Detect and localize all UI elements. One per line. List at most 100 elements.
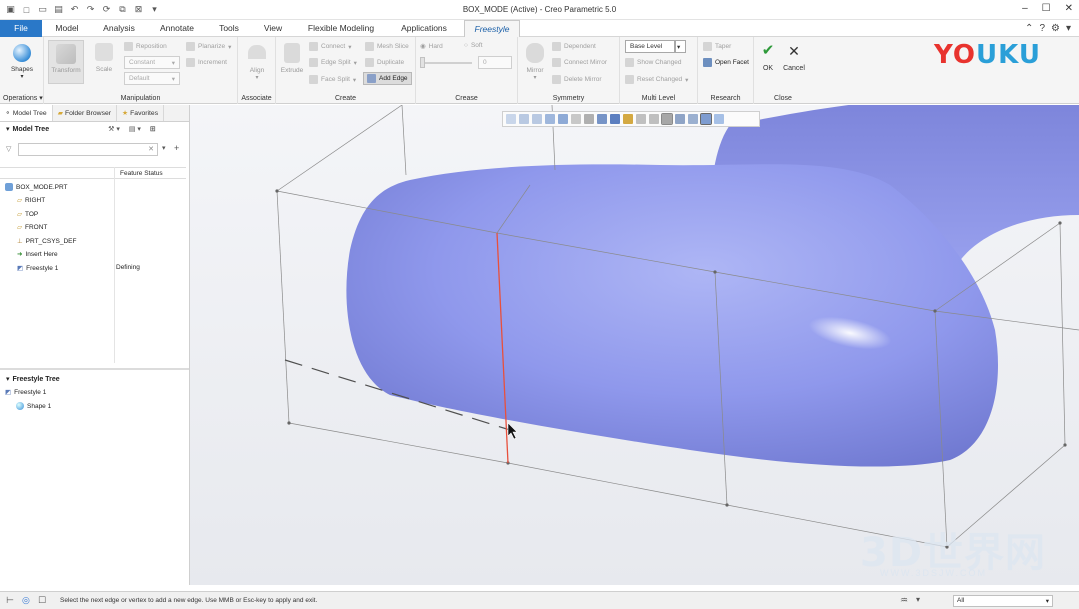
shade-icon[interactable] <box>610 114 620 124</box>
duplicate-button[interactable]: Duplicate <box>365 58 404 67</box>
tab-applications[interactable]: Applications <box>392 20 456 37</box>
planarize-button[interactable]: Planarize ▾ <box>186 42 231 51</box>
extrude-button[interactable]: Extrude <box>278 40 306 74</box>
hard-radio[interactable]: ◉ Hard <box>420 42 443 51</box>
datum-plane-icon: ▱ <box>17 197 22 204</box>
perspective-icon[interactable] <box>584 114 594 124</box>
dropdown-icon[interactable]: ▾ <box>1066 23 1071 34</box>
column-feature-status[interactable]: Feature Status <box>120 170 163 177</box>
panel-divider[interactable] <box>0 368 189 370</box>
taper-button[interactable]: Taper <box>703 42 731 51</box>
selection-filter-dropdown[interactable]: All ▾ <box>953 595 1053 607</box>
face-split-button[interactable]: Face Split ▾ <box>309 75 356 84</box>
tab-model[interactable]: Model <box>48 20 86 37</box>
add-icon[interactable]: + <box>174 143 179 153</box>
show-changed-button[interactable]: Show Changed <box>625 58 681 67</box>
search-input[interactable]: ✕ <box>18 143 158 156</box>
settings-icon[interactable]: ⚙ <box>1051 23 1060 34</box>
crease-slider-handle[interactable] <box>420 57 425 68</box>
research-group: Taper Open Facet Research <box>698 37 754 104</box>
navigator-toggle-icon[interactable]: ⊢ <box>6 595 14 606</box>
refit-icon[interactable] <box>506 114 516 124</box>
minimize-ribbon-icon[interactable]: ⌃ <box>1025 23 1033 34</box>
mesh-slice-button[interactable]: Mesh Slice <box>365 42 409 51</box>
model-canvas[interactable] <box>190 105 1079 585</box>
base-level-dropdown-arrow[interactable]: ▾ <box>675 40 686 53</box>
operations-label[interactable]: Operations ▾ <box>0 94 43 102</box>
tree-item-right[interactable]: ▱ RIGHT <box>17 196 45 205</box>
tree-item-freestyle[interactable]: ◩ Freestyle 1 <box>17 264 58 273</box>
tree-filter-icon[interactable]: ⊞ <box>150 125 156 133</box>
tree-item-insert-here[interactable]: ➜ Insert Here <box>17 250 58 259</box>
annotation-display-icon[interactable] <box>636 114 646 124</box>
display-style-icon[interactable] <box>597 114 607 124</box>
spin-center-icon[interactable] <box>649 114 659 124</box>
freestyle-tree-item-shape[interactable]: Shape 1 <box>16 402 51 410</box>
tree-item-front[interactable]: ▱ FRONT <box>17 223 47 232</box>
tree-item-part[interactable]: BOX_MODE.PRT <box>5 183 68 191</box>
tab-file[interactable]: File <box>0 20 42 37</box>
minimize-icon[interactable]: – <box>1022 3 1028 14</box>
freestyle-tree-item-freestyle[interactable]: ◩ Freestyle 1 <box>5 388 46 397</box>
clear-icon[interactable]: ✕ <box>148 145 154 153</box>
align-button[interactable]: Align ▾ <box>242 43 272 81</box>
transform-button[interactable]: Transform <box>48 40 84 84</box>
cage-display-icon[interactable] <box>675 114 685 124</box>
dependent-button[interactable]: Dependent <box>552 42 596 51</box>
crease-slider[interactable] <box>422 62 472 64</box>
add-edge-button[interactable]: Add Edge <box>363 72 412 85</box>
show-icon[interactable]: ▤ ▾ <box>129 125 141 133</box>
chevron-down-icon[interactable]: ▾ <box>162 144 166 152</box>
ok-button[interactable]: ✔ OK <box>758 43 778 73</box>
tab-annotate[interactable]: Annotate <box>154 20 200 37</box>
freestyle-tree-header[interactable]: ▾ Freestyle Tree <box>0 372 66 386</box>
view-manager-icon[interactable] <box>571 114 581 124</box>
connect-mirror-button[interactable]: Connect Mirror <box>552 58 607 67</box>
scale-button[interactable]: Scale <box>90 40 118 73</box>
base-level-dropdown[interactable]: Base Level <box>625 40 675 53</box>
connect-button[interactable]: Connect ▾ <box>309 42 351 51</box>
open-facet-button[interactable]: Open Facet <box>703 58 749 67</box>
zoom-out-icon[interactable] <box>532 114 542 124</box>
mirror-button[interactable]: Mirror ▾ <box>520 40 550 81</box>
repaint-icon[interactable] <box>545 114 555 124</box>
delete-mirror-button[interactable]: Delete Mirror <box>552 75 602 84</box>
tab-flexible-modeling[interactable]: Flexible Modeling <box>300 20 382 37</box>
symmetry-display-icon[interactable] <box>714 114 724 124</box>
tab-freestyle[interactable]: Freestyle <box>464 20 520 38</box>
tab-model-tree[interactable]: ⚬ Model Tree <box>0 105 53 121</box>
fullscreen-icon[interactable]: ☐ <box>38 595 46 606</box>
reposition-button[interactable]: Reposition <box>124 42 167 51</box>
soft-radio[interactable]: ○ Soft <box>464 42 483 49</box>
saved-orientations-icon[interactable] <box>558 114 568 124</box>
model-tree-header[interactable]: ▾ Model Tree ⚒ ▾ ▤ ▾ ⊞ <box>0 122 189 136</box>
datum-display-icon[interactable] <box>623 114 633 124</box>
shapes-button[interactable]: Shapes ▾ <box>4 41 40 80</box>
crease-value-input[interactable]: 0 <box>478 56 512 69</box>
increment-button[interactable]: Increment <box>186 58 227 67</box>
selection-filter-icon[interactable]: ♒ <box>900 595 908 606</box>
cancel-button[interactable]: ✕ Cancel <box>781 43 807 72</box>
tab-folder-browser[interactable]: ▰ Folder Browser <box>53 105 118 121</box>
tab-tools[interactable]: Tools <box>212 20 246 37</box>
chevron-down-icon[interactable]: ▾ <box>916 595 920 604</box>
tab-view[interactable]: View <box>258 20 288 37</box>
close-icon[interactable]: ✕ <box>1065 3 1073 14</box>
tab-analysis[interactable]: Analysis <box>98 20 140 37</box>
control-mesh-icon[interactable] <box>688 114 698 124</box>
tree-item-csys[interactable]: ⊥ PRT_CSYS_DEF <box>17 237 77 246</box>
edge-split-button[interactable]: Edge Split ▾ <box>309 58 357 67</box>
browser-toggle-icon[interactable]: ◎ <box>22 595 30 606</box>
zoom-in-icon[interactable] <box>519 114 529 124</box>
smooth-display-icon[interactable] <box>700 113 712 125</box>
mesh-display-icon[interactable] <box>661 113 673 125</box>
tree-settings-icon[interactable]: ⚒ ▾ <box>108 125 120 133</box>
default-dropdown[interactable]: Default ▾ <box>124 72 180 85</box>
graphics-viewport[interactable] <box>190 105 1079 585</box>
tab-favorites[interactable]: ★ Favorites <box>117 105 165 121</box>
constant-dropdown[interactable]: Constant ▾ <box>124 56 180 69</box>
reset-changed-button[interactable]: Reset Changed ▾ <box>625 75 688 84</box>
help-icon[interactable]: ? <box>1039 23 1045 34</box>
tree-item-top[interactable]: ▱ TOP <box>17 210 38 219</box>
maximize-icon[interactable]: ☐ <box>1042 3 1051 14</box>
